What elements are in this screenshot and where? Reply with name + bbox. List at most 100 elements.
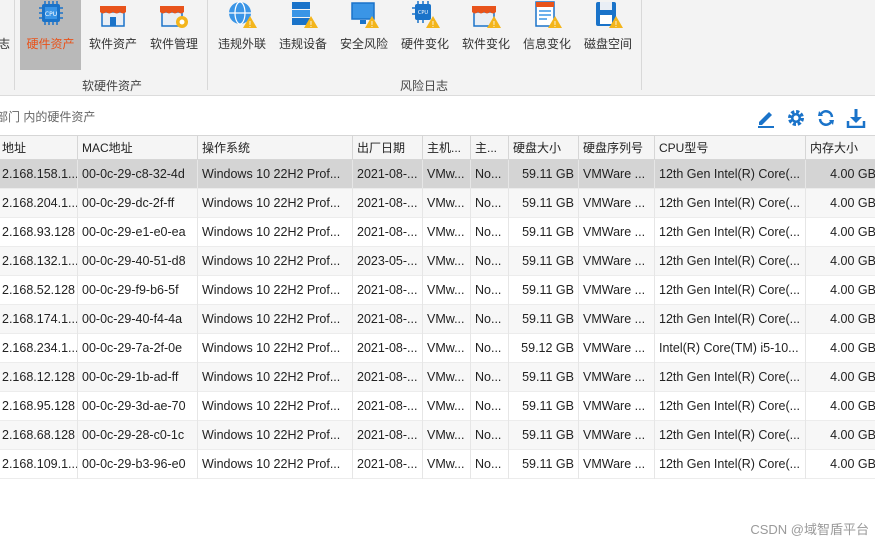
disk-space-label: 磁盘空间 (583, 37, 632, 51)
cell-col-manufacture-date: 2021-08-... (353, 392, 423, 421)
hardware-change-button[interactable]: CPU ! 硬件变化 (394, 0, 456, 70)
table-row[interactable]: 2.168.12.128 00-0c-29-1b-ad-ff Windows 10 … (0, 363, 875, 392)
watermark: CSDN @域智盾平台 (750, 522, 869, 537)
table-row[interactable]: 2.168.68.128 00-0c-29-28-c0-1c Windows 10 … (0, 421, 875, 450)
table-row[interactable]: 2.168.174.1... 00-0c-29-40-f4-4a Windows 1… (0, 305, 875, 334)
cell-col-disk-serial: VMWare ... (579, 392, 655, 421)
software-assets-button[interactable]: 软件资产 (82, 0, 144, 70)
ribbon-cut-label[interactable]: 志 (0, 35, 10, 52)
header-col-host[interactable]: 主机... (423, 136, 471, 160)
edit-icon[interactable] (756, 108, 776, 128)
cell-col-os: Windows 10 22H2 Prof... (198, 363, 353, 392)
cell-col-memory-size: 4.00 GB (806, 218, 875, 247)
header-col-cpu-model[interactable]: CPU型号 (655, 136, 806, 160)
ribbon-separator (14, 0, 15, 90)
table-row[interactable]: 2.168.93.128 00-0c-29-e1-e0-ea Windows 10 … (0, 218, 875, 247)
cell-col-manufacture-date: 2021-08-... (353, 189, 423, 218)
table-row[interactable]: 2.168.158.1... 00-0c-29-c8-32-4d Windows 1… (0, 160, 875, 189)
server-warning-icon: ! (292, 2, 318, 29)
svg-text:!: ! (492, 20, 495, 29)
ribbon-separator (641, 0, 642, 90)
cell-col-host: VMw... (423, 392, 471, 421)
cell-col-main: No... (471, 247, 509, 276)
cell-col-disk-size: 59.11 GB (509, 160, 579, 189)
cell-col-mac: 00-0c-29-40-51-d8 (78, 247, 198, 276)
table-row[interactable]: 2.168.52.128 00-0c-29-f9-b6-5f Windows 10 … (0, 276, 875, 305)
cell-col-disk-size: 59.11 GB (509, 392, 579, 421)
violation-external-button[interactable]: ! 违规外联 (211, 0, 273, 70)
svg-text:!: ! (309, 20, 312, 29)
software-change-button[interactable]: ! 软件变化 (455, 0, 517, 70)
svg-text:!: ! (553, 20, 556, 29)
cell-col-mac: 00-0c-29-dc-2f-ff (78, 189, 198, 218)
cell-col-disk-size: 59.11 GB (509, 247, 579, 276)
cell-col-address: 2.168.52.128 (0, 276, 78, 305)
cell-col-manufacture-date: 2021-08-... (353, 334, 423, 363)
header-col-disk-size[interactable]: 硬盘大小 (509, 136, 579, 160)
cell-col-host: VMw... (423, 334, 471, 363)
scope-description: 部门 内的硬件资产 (0, 110, 96, 124)
cell-col-address: 2.168.204.1... (0, 189, 78, 218)
cell-col-os: Windows 10 22H2 Prof... (198, 247, 353, 276)
table-row[interactable]: 2.168.132.1... 00-0c-29-40-51-d8 Windows 1… (0, 247, 875, 276)
info-change-label: 信息变化 (522, 37, 571, 51)
cell-col-disk-serial: VMWare ... (579, 305, 655, 334)
cell-col-cpu-model: Intel(R) Core(TM) i5-10... (655, 334, 806, 363)
hardware-assets-button[interactable]: CPU 硬件资产 (20, 0, 81, 70)
cell-col-main: No... (471, 160, 509, 189)
violation-device-button[interactable]: ! 违规设备 (272, 0, 334, 70)
table-header: 地址 MAC地址 操作系统 出厂日期 主机... 主... 硬盘大小 硬盘序列号 CPU型号 内存… (0, 135, 875, 160)
cell-col-memory-size: 4.00 GB (806, 305, 875, 334)
cell-col-mac: 00-0c-29-b3-96-e0 (78, 450, 198, 479)
cell-col-manufacture-date: 2021-08-... (353, 421, 423, 450)
cell-col-disk-size: 59.11 GB (509, 363, 579, 392)
cell-col-disk-size: 59.11 GB (509, 189, 579, 218)
cell-col-mac: 00-0c-29-e1-e0-ea (78, 218, 198, 247)
header-col-address[interactable]: 地址 (0, 136, 78, 160)
cell-col-manufacture-date: 2021-08-... (353, 305, 423, 334)
cell-col-mac: 00-0c-29-3d-ae-70 (78, 392, 198, 421)
cell-col-main: No... (471, 218, 509, 247)
cell-col-cpu-model: 12th Gen Intel(R) Core(... (655, 160, 806, 189)
disk-space-button[interactable]: ! 磁盘空间 (577, 0, 639, 70)
cell-col-os: Windows 10 22H2 Prof... (198, 160, 353, 189)
cell-col-memory-size: 4.00 GB (806, 334, 875, 363)
cell-col-disk-size: 59.11 GB (509, 305, 579, 334)
cell-col-main: No... (471, 276, 509, 305)
refresh-icon[interactable] (816, 108, 836, 128)
hardware-change-label: 硬件变化 (400, 37, 449, 51)
header-col-main[interactable]: 主... (471, 136, 509, 160)
header-col-disk-serial[interactable]: 硬盘序列号 (579, 136, 655, 160)
download-icon[interactable] (846, 108, 866, 128)
cell-col-address: 2.168.95.128 (0, 392, 78, 421)
ribbon-toolbar: 志 CPU 硬件资产 软件资产 软件管理 软硬件资产 ! 违规外联 ! 违规设备… (0, 0, 875, 96)
gear-icon[interactable] (786, 108, 806, 128)
cell-col-main: No... (471, 421, 509, 450)
table-row[interactable]: 2.168.109.1... 00-0c-29-b3-96-e0 Windows 1… (0, 450, 875, 479)
cell-col-memory-size: 4.00 GB (806, 247, 875, 276)
header-col-memory-size[interactable]: 内存大小 (806, 136, 875, 160)
header-col-os[interactable]: 操作系统 (198, 136, 353, 160)
violation-device-label: 违规设备 (278, 37, 327, 51)
security-risk-button[interactable]: ! 安全风险 (333, 0, 395, 70)
cell-col-memory-size: 4.00 GB (806, 450, 875, 479)
cell-col-mac: 00-0c-29-28-c0-1c (78, 421, 198, 450)
software-management-button[interactable]: 软件管理 (143, 0, 205, 70)
cell-col-host: VMw... (423, 247, 471, 276)
header-col-mac[interactable]: MAC地址 (78, 136, 198, 160)
cell-col-address: 2.168.93.128 (0, 218, 78, 247)
security-risk-label: 安全风险 (339, 37, 388, 51)
info-change-button[interactable]: ! 信息变化 (516, 0, 578, 70)
header-col-manufacture-date[interactable]: 出厂日期 (353, 136, 423, 160)
cell-col-address: 2.168.132.1... (0, 247, 78, 276)
table-row[interactable]: 2.168.95.128 00-0c-29-3d-ae-70 Windows 10 … (0, 392, 875, 421)
cell-col-memory-size: 4.00 GB (806, 363, 875, 392)
cell-col-manufacture-date: 2021-08-... (353, 276, 423, 305)
table-row[interactable]: 2.168.234.1... 00-0c-29-7a-2f-0e Windows 1… (0, 334, 875, 363)
cell-col-disk-serial: VMWare ... (579, 160, 655, 189)
table-row[interactable]: 2.168.204.1... 00-0c-29-dc-2f-ff Windows 1… (0, 189, 875, 218)
cell-col-os: Windows 10 22H2 Prof... (198, 218, 353, 247)
cell-col-main: No... (471, 334, 509, 363)
cell-col-disk-size: 59.11 GB (509, 276, 579, 305)
cell-col-main: No... (471, 392, 509, 421)
